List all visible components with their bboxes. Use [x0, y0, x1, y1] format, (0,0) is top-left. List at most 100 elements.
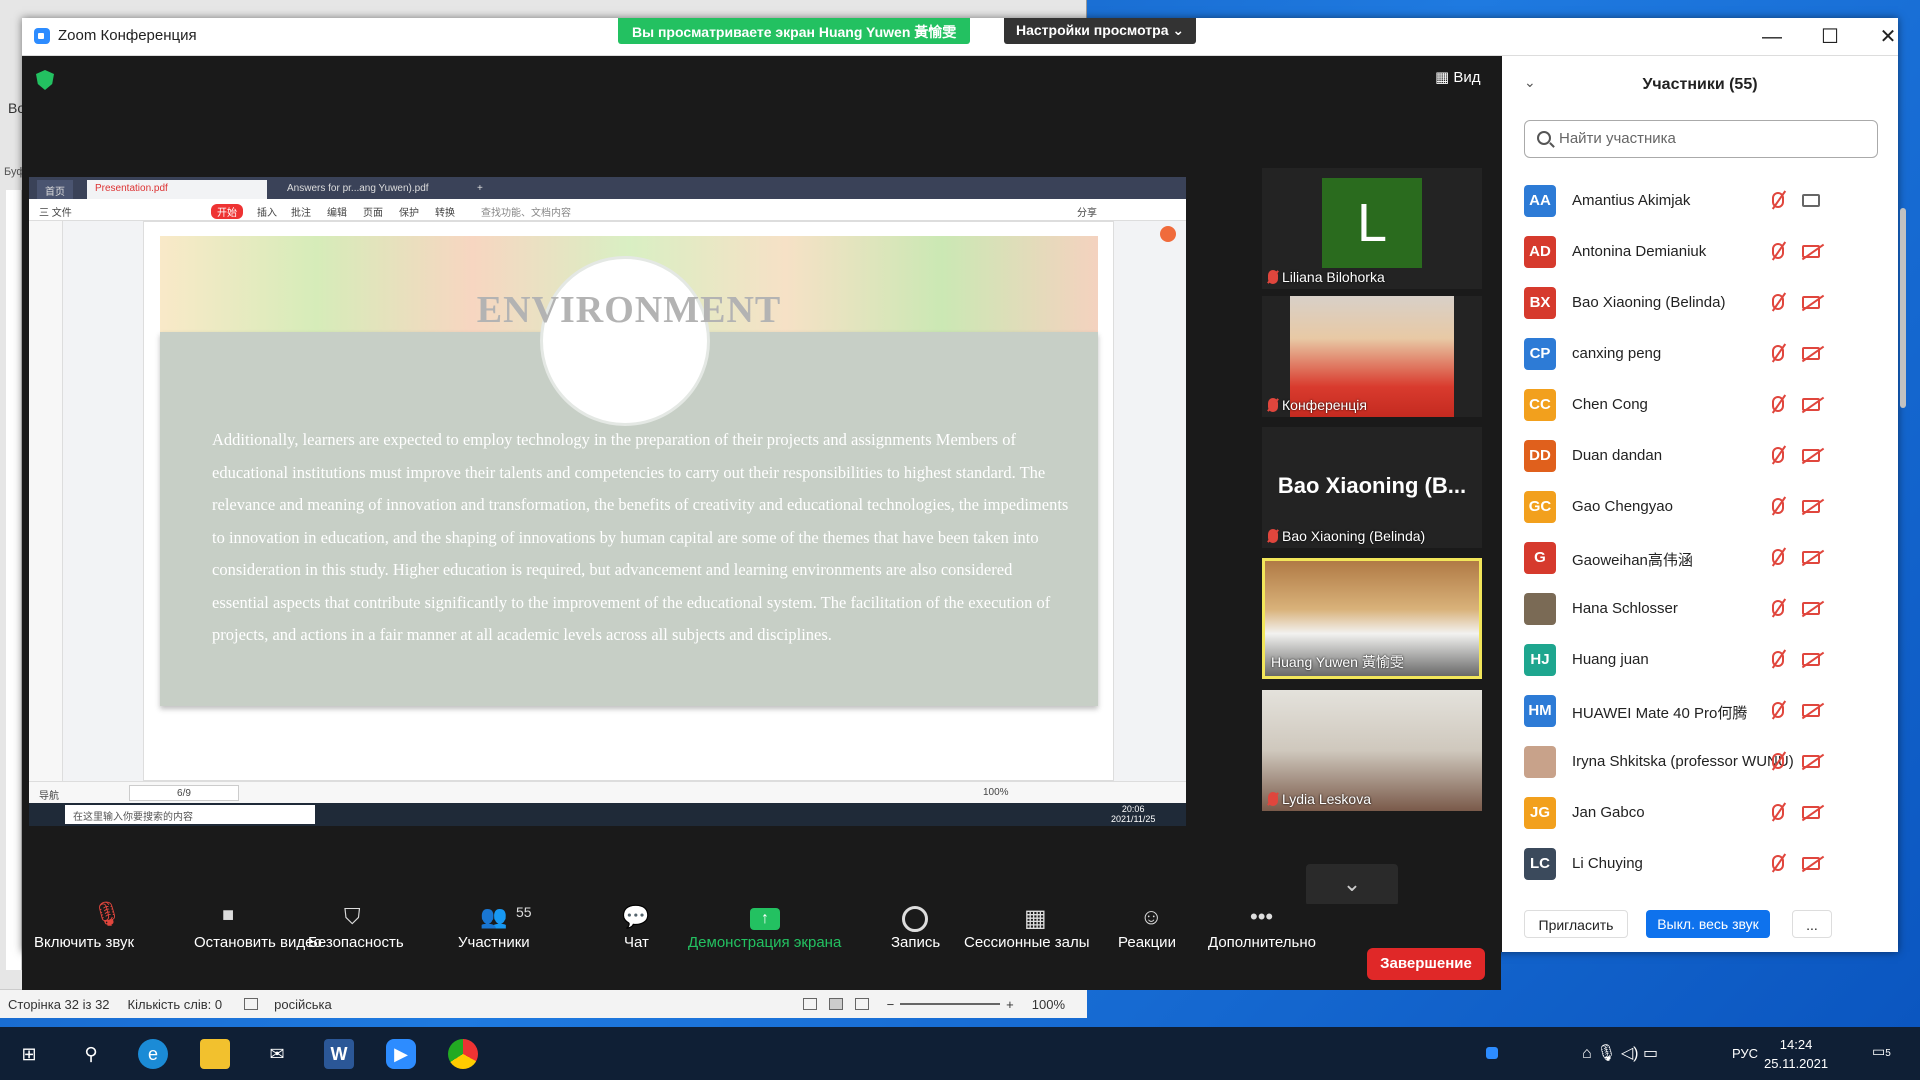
muted-mic-icon[interactable] [1772, 294, 1784, 310]
encryption-shield-icon[interactable] [36, 70, 54, 90]
participant-row[interactable]: Iryna Shkitska (professor WUNU) [1502, 737, 1898, 788]
participant-row[interactable]: G Gaoweihan高伟涵 [1502, 533, 1898, 584]
muted-mic-icon[interactable] [1772, 498, 1784, 514]
menu-edit[interactable]: 编辑 [327, 204, 347, 219]
video-off-icon[interactable] [1802, 755, 1820, 768]
muted-mic-icon[interactable] [1772, 345, 1784, 361]
video-off-icon[interactable] [1802, 398, 1820, 411]
word-language[interactable]: російська [274, 997, 332, 1012]
print-layout-icon[interactable] [828, 998, 843, 1010]
minimize-button[interactable]: — [1752, 24, 1792, 50]
participant-row[interactable]: BX Bao Xiaoning (Belinda) [1502, 278, 1898, 329]
video-off-icon[interactable] [1802, 551, 1820, 564]
breakout-rooms-button[interactable]: Сессионные залы [964, 934, 1090, 951]
muted-mic-icon[interactable] [1772, 396, 1784, 412]
muted-mic-icon[interactable] [1772, 549, 1784, 565]
view-settings-button[interactable]: Настройки просмотра ⌄ [1004, 18, 1197, 44]
menu-start[interactable]: 开始 [211, 204, 243, 219]
muted-mic-icon[interactable] [1772, 243, 1784, 259]
muted-mic-icon[interactable] [1772, 447, 1784, 463]
participant-row[interactable]: Hana Schlosser [1502, 584, 1898, 635]
proofing-icon[interactable] [244, 998, 259, 1010]
participant-row[interactable]: JG Jan Gabco [1502, 788, 1898, 839]
video-off-icon[interactable] [1802, 347, 1820, 360]
nav-label[interactable]: 导航 [39, 787, 59, 802]
tab-home[interactable]: 首页 [37, 180, 73, 199]
menu-protect[interactable]: 保护 [399, 204, 419, 219]
stop-video-button[interactable]: Остановить видео [194, 934, 322, 951]
video-off-icon[interactable] [1802, 602, 1820, 615]
video-off-icon[interactable] [1802, 194, 1820, 207]
video-tile-liliana[interactable]: L Liliana Bilohorka [1262, 168, 1482, 289]
participant-row[interactable]: DD Duan dandan [1502, 431, 1898, 482]
video-off-icon[interactable] [1802, 296, 1820, 309]
menu-comment[interactable]: 批注 [291, 204, 311, 219]
page-indicator[interactable]: 6/9 [129, 785, 239, 801]
video-off-icon[interactable] [1802, 245, 1820, 258]
participant-row[interactable]: CC Chen Cong [1502, 380, 1898, 431]
more-button[interactable]: Дополнительно [1208, 934, 1316, 951]
windows-start-icon[interactable]: ⊞ [14, 1039, 44, 1069]
participant-row[interactable]: LC Li Chuying [1502, 839, 1898, 890]
panel-more-button[interactable]: ... [1792, 910, 1832, 938]
participants-button[interactable]: Участники [458, 934, 530, 951]
pdf-assistant-icon[interactable] [1160, 226, 1176, 242]
mail-icon[interactable]: ✉ [262, 1039, 292, 1069]
video-off-icon[interactable] [1802, 653, 1820, 666]
end-meeting-button[interactable]: Завершение [1367, 948, 1485, 980]
language-indicator[interactable]: РУС [1732, 1046, 1758, 1061]
video-tile-huang-active[interactable]: Huang Yuwen 黃愉雯 [1262, 558, 1482, 679]
system-clock[interactable]: 14:24 25.11.2021 [1764, 1035, 1828, 1073]
muted-mic-icon[interactable] [1772, 651, 1784, 667]
edge-icon[interactable]: e [138, 1039, 168, 1069]
notification-icon[interactable]: ▭5 [1872, 1043, 1891, 1060]
shared-screen[interactable]: 首页 Presentation.pdf Answers for pr...ang… [29, 177, 1186, 826]
read-mode-icon[interactable] [802, 998, 817, 1010]
gallery-next-button[interactable]: ⌄ [1306, 864, 1398, 906]
video-tile-lydia[interactable]: Lydia Leskova [1262, 690, 1482, 811]
search-icon[interactable]: ⚲ [76, 1039, 106, 1069]
view-button[interactable]: ▦ Вид [1435, 68, 1480, 86]
share-button[interactable]: 分享 [1077, 204, 1097, 219]
muted-mic-icon[interactable] [1772, 804, 1784, 820]
video-off-icon[interactable] [1802, 704, 1820, 717]
add-tab-button[interactable]: + [469, 180, 491, 199]
panel-scrollbar[interactable] [1900, 208, 1906, 408]
word-zoom-level[interactable]: 100% [1032, 997, 1065, 1012]
participant-row[interactable]: AA Amantius Akimjak [1502, 176, 1898, 227]
invite-button[interactable]: Пригласить [1524, 910, 1628, 938]
muted-mic-icon[interactable] [1772, 192, 1784, 208]
menu-convert[interactable]: 转换 [435, 204, 455, 219]
video-off-icon[interactable] [1802, 857, 1820, 870]
reactions-button[interactable]: Реакции [1118, 934, 1176, 951]
record-button[interactable]: Запись [891, 934, 940, 951]
participant-row[interactable]: CP canxing peng [1502, 329, 1898, 380]
video-tile-bao[interactable]: Bao Xiaoning (B... Bao Xiaoning (Belinda… [1262, 427, 1482, 548]
web-layout-icon[interactable] [854, 998, 869, 1010]
tab-presentation[interactable]: Presentation.pdf [87, 180, 267, 199]
maximize-button[interactable]: ☐ [1810, 24, 1850, 50]
chrome-icon[interactable] [448, 1039, 478, 1069]
security-button[interactable]: Безопасность [308, 934, 404, 951]
video-off-icon[interactable] [1802, 449, 1820, 462]
tab-answers[interactable]: Answers for pr...ang Yuwen).pdf [279, 180, 437, 199]
menu-page[interactable]: 页面 [363, 204, 383, 219]
muted-mic-icon[interactable] [1772, 600, 1784, 616]
word-icon[interactable]: W [324, 1039, 354, 1069]
participant-search-input[interactable]: Найти участника [1524, 120, 1878, 158]
muted-mic-icon[interactable] [1772, 855, 1784, 871]
zoom-tray-icon[interactable] [1486, 1047, 1498, 1059]
tray-icons[interactable]: ⌂ 🎙 ◁) ▭ [1582, 1043, 1658, 1063]
pdf-zoom-level[interactable]: 100% [983, 787, 1009, 798]
muted-mic-icon[interactable] [1772, 702, 1784, 718]
chat-button[interactable]: Чат [624, 934, 649, 951]
menu-file[interactable]: 三 文件 [39, 204, 72, 219]
close-button[interactable]: ✕ [1868, 24, 1908, 50]
zoom-icon[interactable]: ▶ [386, 1039, 416, 1069]
unmute-button[interactable]: Включить звук [34, 934, 134, 951]
video-off-icon[interactable] [1802, 500, 1820, 513]
pdf-search[interactable]: 查找功能、文档内容 [481, 204, 571, 219]
zoom-in-icon[interactable]: + [1006, 997, 1014, 1012]
video-tile-conference[interactable]: Конференція [1262, 296, 1482, 417]
participant-row[interactable]: AD Antonina Demianiuk [1502, 227, 1898, 278]
